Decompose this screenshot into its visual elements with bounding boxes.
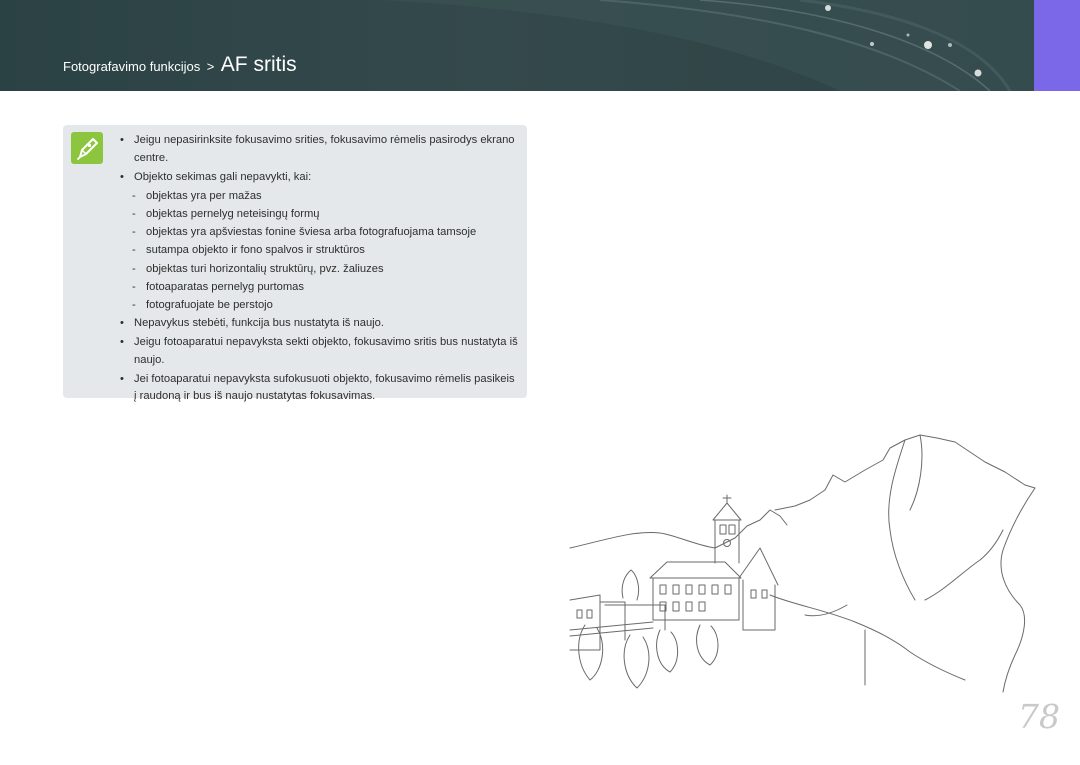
- dash: -: [132, 207, 136, 220]
- note-box: • Jeigu nepasirinksite fokusavimo sritie…: [63, 125, 527, 402]
- note-item-text: Jei fotoaparatui nepavyksta sufokusuoti …: [134, 372, 515, 403]
- dash: -: [132, 226, 136, 239]
- bullet: •: [120, 372, 124, 385]
- dash: -: [132, 298, 136, 311]
- note-subitem-text: objektas pernelyg neteisingų formų: [146, 207, 320, 220]
- note-item-text: Objekto sekimas gali nepavykti, kai:: [134, 170, 312, 183]
- dash: -: [132, 262, 136, 275]
- breadcrumb-separator: >: [206, 59, 215, 74]
- page-title: AF sritis: [220, 53, 297, 76]
- note-item: • Jeigu nepasirinksite fokusavimo sritie…: [120, 132, 520, 167]
- bullet: •: [120, 317, 124, 330]
- note-subitem-text: objektas yra per mažas: [146, 189, 262, 202]
- note-item: • Objekto sekimas gali nepavykti, kai:: [120, 169, 520, 187]
- note-subitem: - objektas turi horizontalių struktūrų, …: [120, 261, 520, 279]
- note-item: • Nepavykus stebėti, funkcija bus nustat…: [120, 315, 520, 333]
- note-item: • Jei fotoaparatui nepavyksta sufokusuot…: [120, 371, 520, 406]
- dash: -: [132, 189, 136, 202]
- note-subitem: - objektas yra per mažas: [120, 188, 520, 206]
- dash: -: [132, 280, 136, 293]
- note-subitem-text: sutampa objekto ir fono spalvos ir struk…: [146, 244, 365, 257]
- note-subitem: - fotografuojate be perstojo: [120, 297, 520, 315]
- note-subitem-text: objektas yra apšviestas fonine šviesa ar…: [146, 226, 477, 239]
- pen-icon: [71, 132, 103, 164]
- note-item-text: Jeigu nepasirinksite fokusavimo srities,…: [134, 134, 515, 164]
- note-subitem: - objektas yra apšviestas fonine šviesa …: [120, 224, 520, 242]
- breadcrumb-section: Fotografavimo funkcijos: [63, 59, 201, 74]
- note-subitem-text: fotografuojate be perstojo: [146, 298, 273, 311]
- note-content: • Jeigu nepasirinksite fokusavimo sritie…: [120, 132, 520, 408]
- note-subitem-text: fotoaparatas pernelyg purtomas: [146, 280, 304, 293]
- note-subitem-text: objektas turi horizontalių struktūrų, pv…: [146, 262, 384, 275]
- note-item: • Jeigu fotoaparatui nepavyksta sekti ob…: [120, 334, 520, 369]
- bullet: •: [120, 170, 124, 183]
- note-subitem: - sutampa objekto ir fono spalvos ir str…: [120, 242, 520, 260]
- note-subitem: - fotoaparatas pernelyg purtomas: [120, 279, 520, 297]
- landscape-illustration: [569, 434, 1036, 693]
- note-subitem: - objektas pernelyg neteisingų formų: [120, 206, 520, 224]
- dash: -: [132, 244, 136, 257]
- chapter-tab: [1034, 0, 1080, 91]
- breadcrumb: Fotografavimo funkcijos > AF sritis: [63, 53, 297, 77]
- header-swoosh-decoration: [380, 0, 1040, 91]
- page-number: 78: [1018, 697, 1060, 736]
- bullet: •: [120, 134, 124, 146]
- page-header: Fotografavimo funkcijos > AF sritis: [0, 0, 1080, 91]
- note-item-text: Jeigu fotoaparatui nepavyksta sekti obje…: [134, 336, 518, 366]
- note-item-text: Nepavykus stebėti, funkcija bus nustatyt…: [134, 317, 384, 330]
- bullet: •: [120, 336, 124, 349]
